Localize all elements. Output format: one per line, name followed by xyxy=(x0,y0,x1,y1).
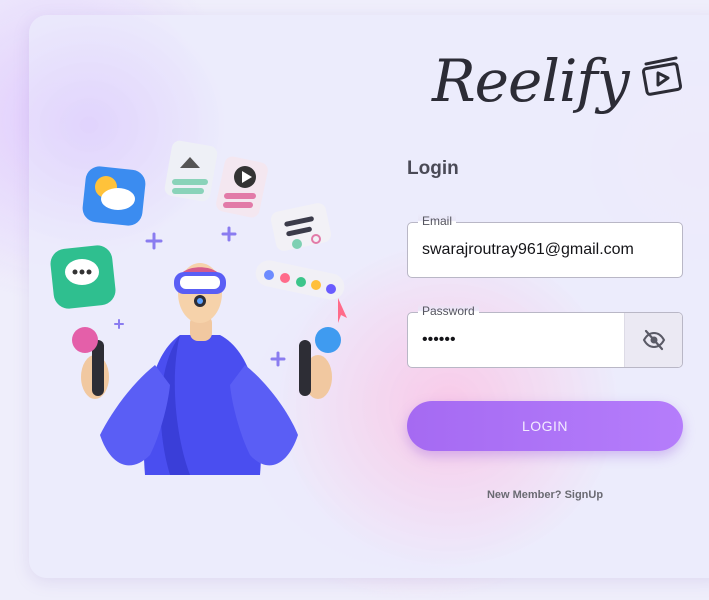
color-dots-card-icon xyxy=(255,260,347,323)
chat-bubble-icon xyxy=(50,245,116,309)
login-button[interactable]: LOGIN xyxy=(407,401,683,451)
vr-user-illustration xyxy=(50,140,347,475)
login-title: Login xyxy=(407,158,459,179)
email-field[interactable]: Email swarajroutray961@gmail.com xyxy=(407,214,683,278)
toggle-password-button[interactable] xyxy=(624,313,682,367)
brand-name: Reelify xyxy=(432,47,630,115)
password-field[interactable]: Password •••••• xyxy=(407,304,683,368)
image-card-icon xyxy=(164,140,218,202)
video-play-icon xyxy=(641,56,682,96)
brand-logo: Reelify xyxy=(432,36,685,126)
weather-card-icon xyxy=(82,166,146,226)
email-input[interactable]: swarajroutray961@gmail.com xyxy=(422,223,634,277)
eye-off-icon xyxy=(642,329,665,351)
password-input[interactable]: •••••• xyxy=(422,313,456,367)
settings-card-icon xyxy=(270,203,332,251)
signup-link[interactable]: New Member? SignUp xyxy=(407,489,683,501)
play-card-icon xyxy=(216,156,268,218)
